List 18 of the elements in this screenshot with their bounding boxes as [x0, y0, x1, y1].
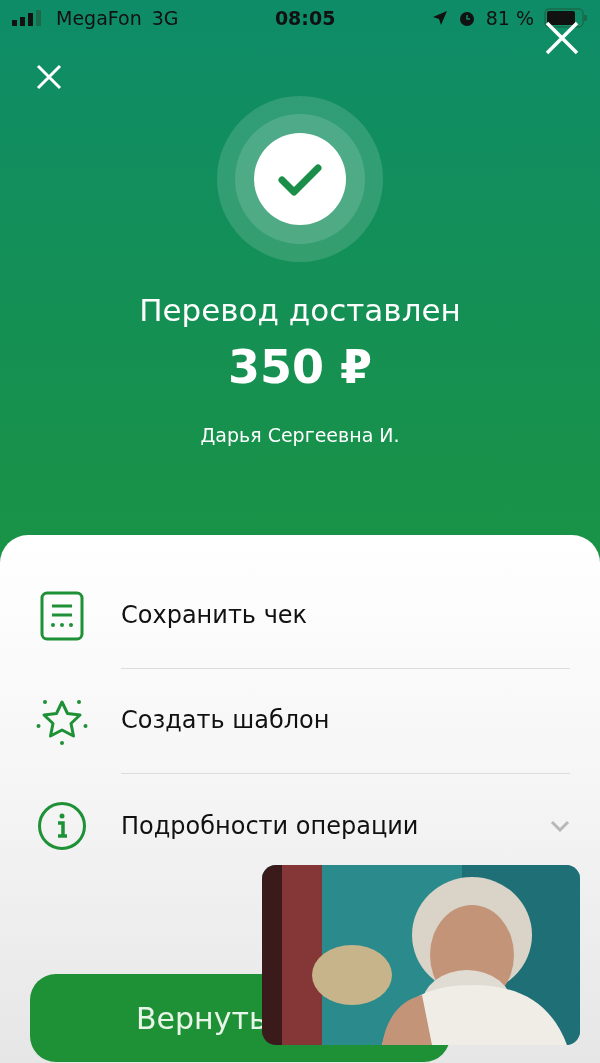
- network-type: 3G: [151, 7, 179, 29]
- close-icon[interactable]: [544, 20, 580, 56]
- recipient-name: Дарья Сергеевна И.: [200, 424, 400, 446]
- success-check-icon: [217, 96, 383, 262]
- battery-percent: 81 %: [485, 7, 534, 29]
- clock-time: 08:05: [274, 7, 336, 29]
- close-button[interactable]: [34, 62, 64, 92]
- action-item[interactable]: Подробности операции: [121, 811, 550, 840]
- location-arrow-icon: [431, 10, 448, 26]
- alarm-icon: [457, 9, 476, 27]
- carrier-name: MegaFon: [56, 7, 142, 29]
- transfer-amount: 350 ₽: [227, 340, 372, 394]
- action-item[interactable]: Сохранить чек: [121, 601, 570, 629]
- info-icon: [37, 800, 87, 851]
- battery-icon: [544, 8, 588, 28]
- action-item[interactable]: Создать шаблон: [121, 706, 570, 734]
- receipt-icon: [40, 590, 84, 641]
- transfer-status-title: Перевод доставлен: [139, 292, 461, 328]
